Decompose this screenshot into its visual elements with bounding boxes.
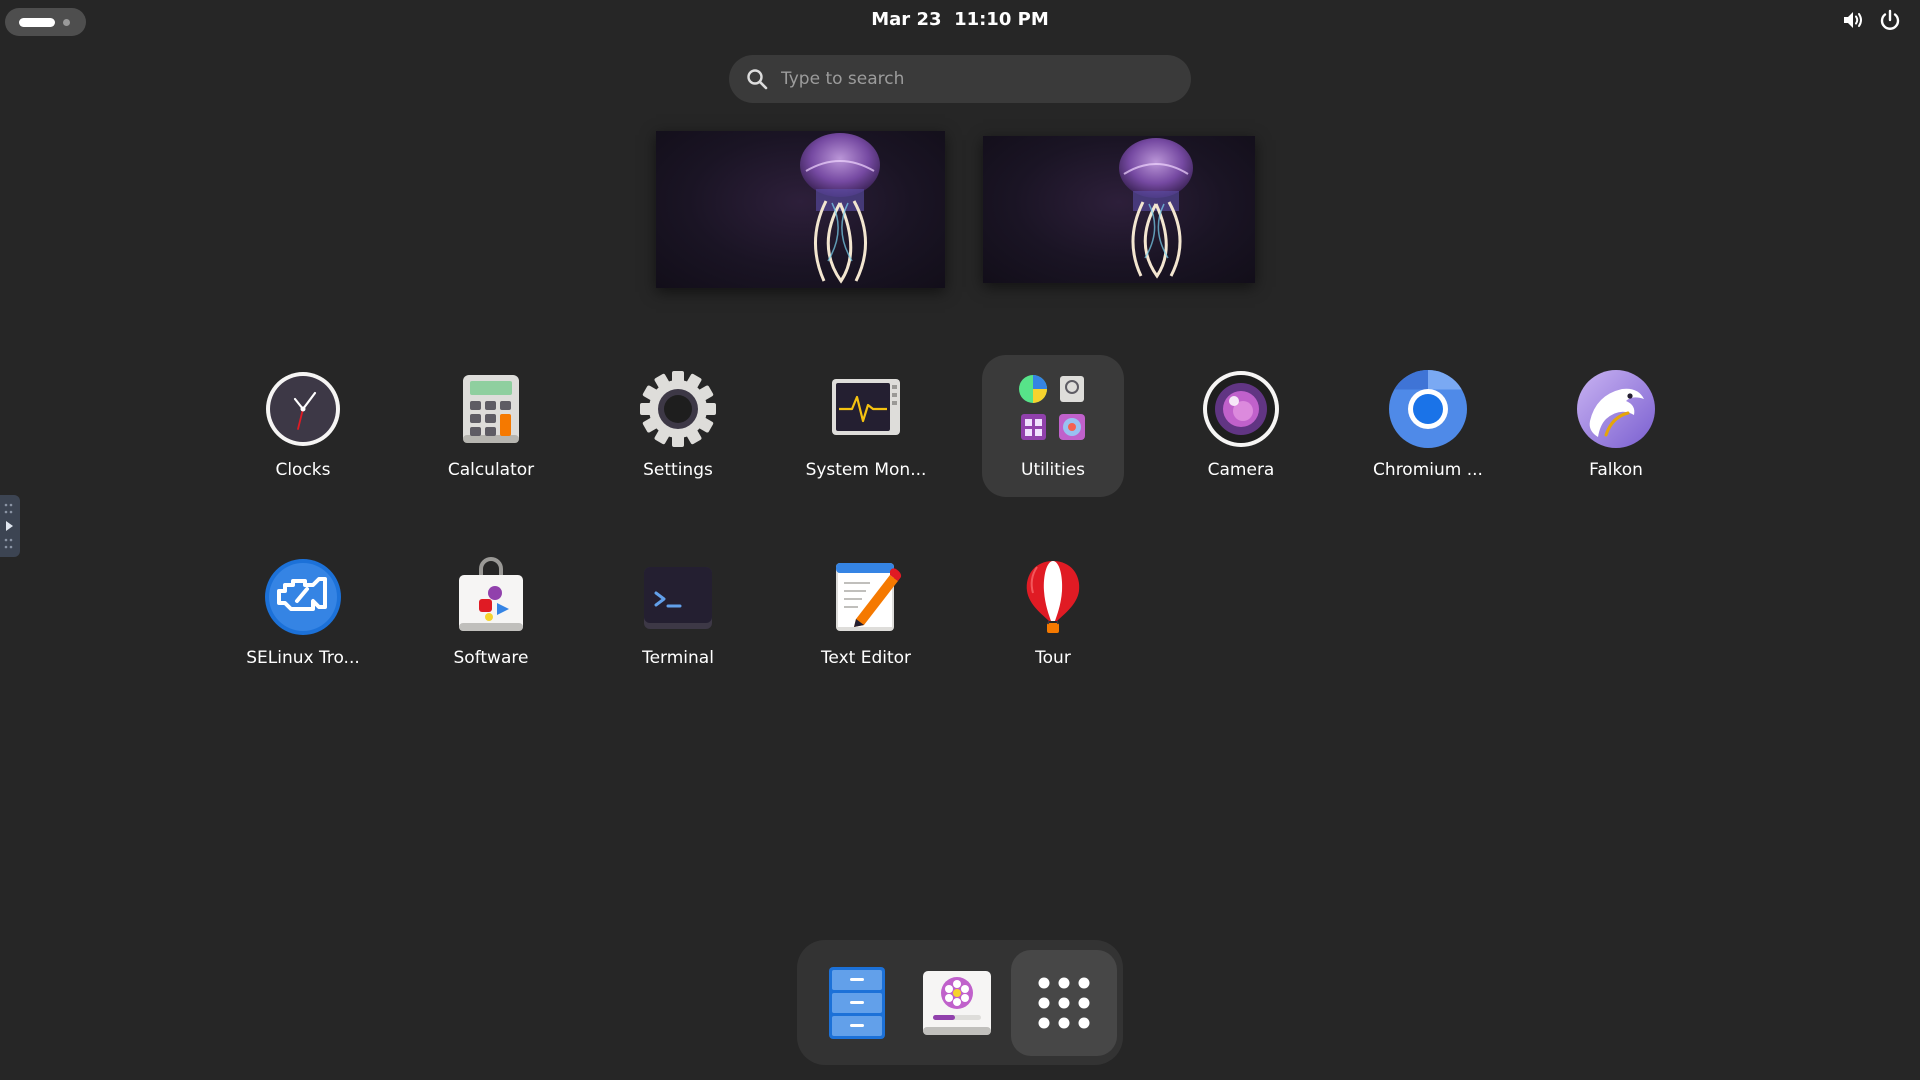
dash-item-files[interactable] — [804, 950, 910, 1056]
inactive-workspace-indicator — [63, 19, 70, 26]
system-monitor-icon — [832, 379, 900, 435]
app-clocks[interactable]: Clocks — [232, 355, 374, 497]
app-calculator[interactable]: Calculator — [420, 355, 562, 497]
gear-icon — [640, 371, 716, 447]
search-bar[interactable] — [729, 55, 1191, 103]
app-falkon[interactable]: Falkon — [1545, 355, 1687, 497]
selinux-icon — [265, 559, 341, 635]
jellyfish-wallpaper — [1119, 138, 1193, 279]
app-system-monitor[interactable]: System Mon... — [795, 355, 937, 497]
app-label: Terminal — [642, 648, 714, 668]
clock-icon — [266, 372, 340, 446]
gnome-overview: Mar 23 11:10 PM Type to search Clocks Ca… — [0, 0, 1920, 1080]
app-label: Settings — [643, 460, 713, 480]
workspace-thumbnail-2[interactable] — [983, 136, 1255, 283]
app-chromium[interactable]: Chromium ... — [1357, 355, 1499, 497]
files-icon — [829, 967, 885, 1039]
installer-icon — [923, 971, 991, 1035]
date-label: Mar 23 — [871, 9, 942, 30]
app-tour[interactable]: Tour — [982, 543, 1124, 685]
show-apps-button[interactable] — [1011, 950, 1117, 1056]
app-software[interactable]: Software — [420, 543, 562, 685]
power-icon[interactable] — [1878, 9, 1902, 31]
side-panel-handle[interactable] — [0, 495, 20, 557]
show-apps-grid-icon — [1038, 977, 1090, 1029]
app-label: Tour — [1035, 648, 1071, 668]
jellyfish-wallpaper — [800, 133, 880, 284]
app-label: Software — [453, 648, 529, 668]
chevron-right-icon — [4, 503, 13, 549]
app-label: Clocks — [275, 460, 331, 480]
utilities-folder-icon — [1019, 375, 1085, 440]
app-label: System Mon... — [805, 460, 927, 480]
balloon-icon — [1026, 561, 1080, 633]
calculator-icon — [463, 375, 519, 443]
date-time-button[interactable]: Mar 23 11:10 PM — [860, 8, 1060, 32]
app-label: SELinux Tro... — [246, 648, 360, 668]
app-label: Utilities — [1021, 460, 1085, 480]
activities-button[interactable] — [5, 8, 86, 36]
workspace-thumbnail-1[interactable] — [656, 131, 945, 288]
app-label: Chromium ... — [1373, 460, 1483, 480]
dash-item-installer[interactable] — [904, 950, 1010, 1056]
app-terminal[interactable]: Terminal — [607, 543, 749, 685]
terminal-icon — [644, 567, 712, 629]
chromium-icon — [1389, 370, 1467, 448]
time-label: 11:10 PM — [954, 9, 1049, 30]
app-label: Camera — [1207, 460, 1275, 480]
app-text-editor[interactable]: Text Editor — [795, 543, 937, 685]
software-bag-icon — [459, 557, 523, 631]
volume-icon[interactable] — [1842, 9, 1866, 31]
app-settings[interactable]: Settings — [607, 355, 749, 497]
camera-icon — [1203, 371, 1279, 447]
search-input[interactable] — [781, 55, 1171, 103]
falkon-icon — [1577, 370, 1655, 448]
app-label: Text Editor — [820, 648, 912, 668]
active-workspace-indicator — [19, 18, 55, 27]
top-bar: Mar 23 11:10 PM — [0, 0, 1920, 39]
app-camera[interactable]: Camera — [1170, 355, 1312, 497]
folder-utilities[interactable]: Utilities — [982, 355, 1124, 497]
search-icon — [747, 69, 768, 90]
text-editor-icon — [836, 563, 902, 631]
app-label: Calculator — [447, 460, 535, 480]
app-selinux-troubleshooter[interactable]: SELinux Tro... — [232, 543, 374, 685]
dash — [797, 940, 1123, 1065]
app-label: Falkon — [1589, 460, 1643, 480]
